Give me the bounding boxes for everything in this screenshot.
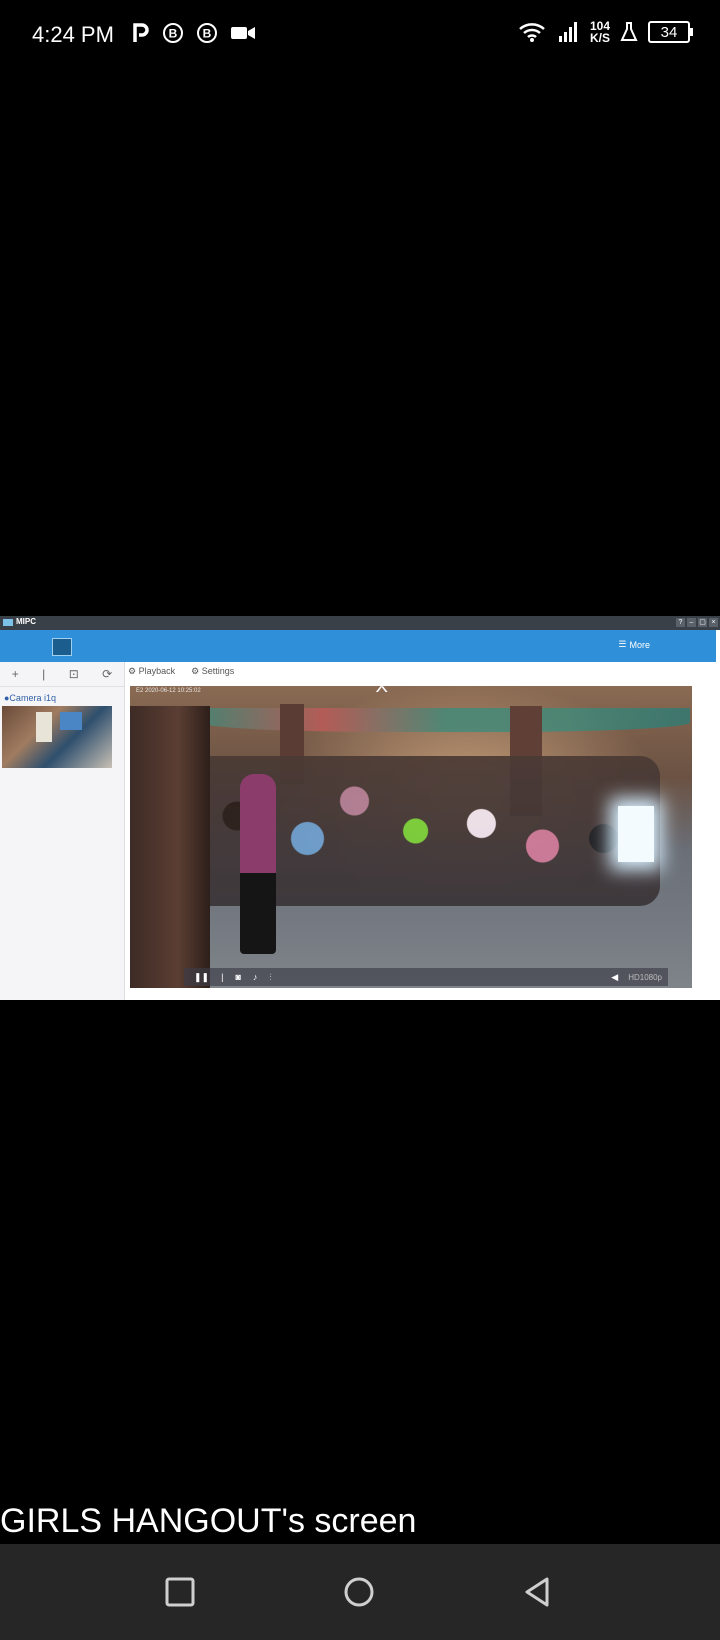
camera-icon[interactable]: ◙	[235, 972, 240, 982]
battery-icon: 34	[648, 21, 693, 43]
maximize-button[interactable]: ▢	[698, 618, 707, 627]
recents-icon[interactable]	[164, 1576, 196, 1608]
network-speed-unit: K/S	[589, 31, 610, 45]
flask-icon	[620, 22, 638, 41]
menu-icon: ☰	[618, 639, 627, 649]
playback-label: Playback	[138, 666, 176, 676]
app-bar: ☰ More	[0, 630, 716, 662]
speaker-icon[interactable]: ◀	[611, 972, 618, 983]
help-button[interactable]: ?	[676, 618, 685, 627]
status-time: 4:24 PM	[32, 22, 114, 47]
camera-thumbnail[interactable]	[2, 706, 112, 768]
quality-selector[interactable]: HD1080p	[628, 973, 662, 982]
pause-icon[interactable]: ❚❚	[194, 972, 209, 983]
sidebar-tools: + | ⊡ ⟳	[0, 662, 124, 687]
microphone-icon[interactable]: ♪	[253, 972, 258, 982]
video-scene-person	[240, 774, 276, 954]
camera-name[interactable]: ●Camera i1q	[4, 693, 124, 703]
signal-icon	[558, 22, 577, 42]
video-timestamp: E2 2020-06-12 10:25:02	[136, 688, 201, 694]
window-titlebar: MIPC ? – ▢ ×	[0, 616, 720, 630]
settings-label: Settings	[201, 666, 235, 676]
navigation-bar	[0, 1544, 720, 1640]
b-icon: B	[197, 23, 217, 43]
video-scene-drape	[200, 708, 690, 732]
app-brand-icon	[52, 638, 72, 656]
camera-live-view[interactable]: E2 2020-06-12 10:25:02 ^ ❚❚ | ◙ ♪ ⫶ ◀ HD…	[130, 686, 692, 988]
video-scene-window	[618, 806, 654, 862]
video-controls-right: ◀ HD1080p	[611, 972, 668, 983]
shared-screen: MIPC ? – ▢ × ☰ More + | ⊡ ⟳ ●Camera i1q …	[0, 616, 720, 1000]
window-title: MIPC	[16, 617, 36, 626]
video-scene-pillar	[130, 706, 210, 988]
edit-icon[interactable]: ⊡	[69, 667, 79, 681]
chevron-up-icon[interactable]: ^	[376, 686, 388, 702]
device-sidebar: + | ⊡ ⟳ ●Camera i1q	[0, 662, 125, 1000]
svg-text:B: B	[169, 27, 178, 41]
notification-icons: B B	[132, 22, 256, 44]
network-speed: 104 K/S	[590, 20, 610, 44]
window-controls: ? – ▢ ×	[676, 618, 718, 627]
screen-share-caption: GIRLS HANGOUT's screen	[0, 1502, 417, 1540]
p-icon	[133, 23, 149, 42]
more-label: More	[629, 639, 650, 650]
playback-button[interactable]: ⚙ Playback	[128, 666, 175, 677]
close-button[interactable]: ×	[709, 618, 718, 627]
divider: |	[42, 667, 46, 681]
add-icon[interactable]: +	[12, 667, 19, 681]
equalizer-icon[interactable]: ⫶	[269, 972, 271, 983]
settings-button[interactable]: ⚙ Settings	[191, 666, 234, 677]
status-bar: 4:24 PM B B 104 K/S 34	[0, 0, 720, 76]
home-icon[interactable]	[343, 1576, 375, 1608]
b-icon: B	[163, 23, 183, 43]
svg-text:B: B	[203, 27, 212, 41]
video-controls: ❚❚ | ◙ ♪ ⫶ ◀ HD1080p	[184, 968, 668, 986]
wifi-icon	[519, 23, 545, 42]
separator: |	[221, 972, 224, 982]
app-logo-icon	[3, 619, 13, 626]
system-icons: 104 K/S 34	[518, 20, 693, 44]
view-toolbar: ⚙ Playback ⚙ Settings	[128, 666, 234, 677]
back-icon[interactable]	[522, 1576, 554, 1608]
minimize-button[interactable]: –	[687, 618, 696, 627]
more-menu-button[interactable]: ☰ More	[618, 639, 650, 650]
refresh-icon[interactable]: ⟳	[102, 667, 112, 681]
battery-level: 34	[660, 23, 678, 41]
video-icon	[231, 27, 255, 39]
